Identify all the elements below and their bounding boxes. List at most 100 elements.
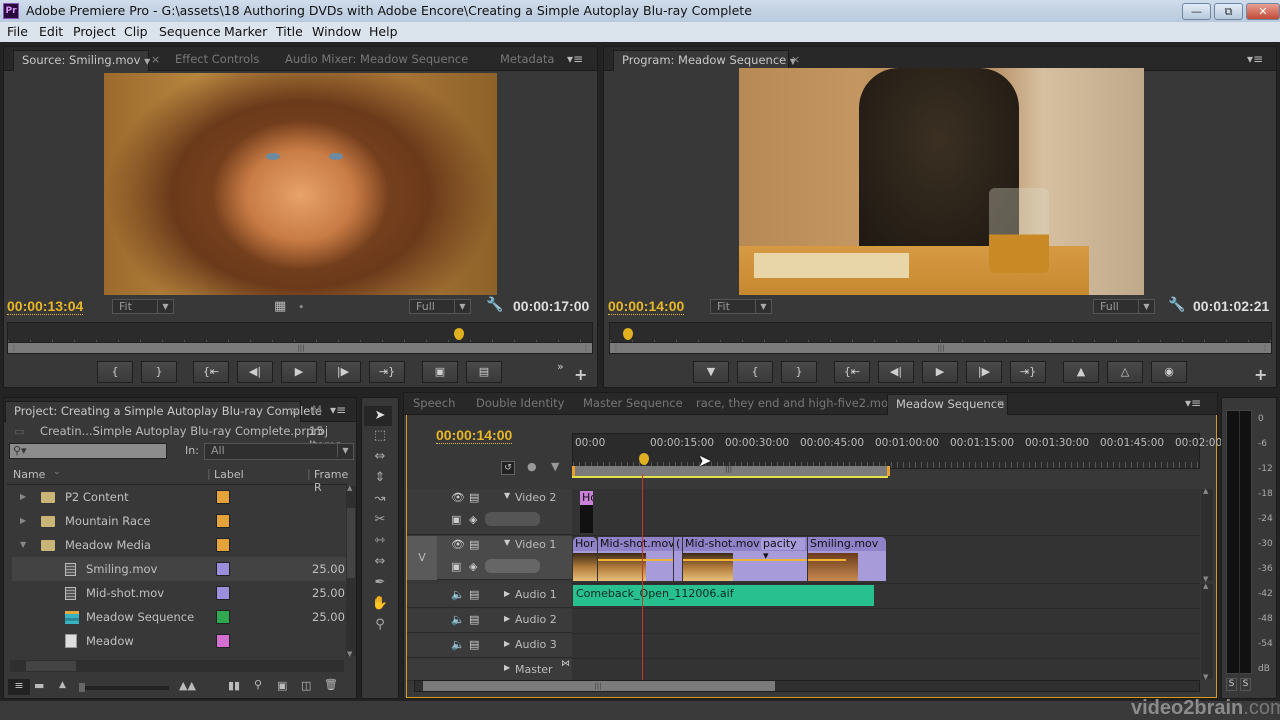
slip-tool-icon[interactable]: ⇿ xyxy=(365,531,395,551)
menu-sequence[interactable]: Sequence xyxy=(159,24,221,39)
mark-in-button[interactable]: { xyxy=(737,361,773,383)
program-zoom-scrollbar[interactable]: ⋮ ||| ⋮ xyxy=(609,342,1272,354)
work-area-bar[interactable]: ||| xyxy=(572,465,890,476)
opacity-rubber-band[interactable] xyxy=(598,559,673,561)
trash-icon[interactable]: 🗑 xyxy=(324,678,338,691)
label-color-swatch[interactable] xyxy=(216,490,230,504)
project-horizontal-scrollbar[interactable] xyxy=(10,660,344,672)
mark-out-button[interactable]: } xyxy=(141,361,177,383)
play-button[interactable]: ▶ xyxy=(922,361,958,383)
timeline-clip[interactable]: Mid-shot.mov xyxy=(598,537,673,581)
toggle-output-eye-icon[interactable]: 👁 xyxy=(451,491,465,504)
scroll-thumb[interactable]: ||| xyxy=(423,681,775,691)
column-name[interactable]: Name xyxy=(13,468,45,481)
audio-tracks-scrollbar[interactable]: ▲ ▼ xyxy=(1201,582,1213,681)
film-strip-icon[interactable]: ▦ xyxy=(274,299,286,314)
timeline-clip[interactable]: Hor xyxy=(580,491,593,533)
project-item[interactable]: Smiling.mov 25.00 xyxy=(12,557,348,581)
timeline-clip[interactable]: ( xyxy=(674,537,682,581)
go-to-in-button[interactable]: {⇤ xyxy=(193,361,229,383)
mark-in-button[interactable]: { xyxy=(97,361,133,383)
add-marker-button[interactable]: ▼ xyxy=(693,361,729,383)
expand-chevron-icon[interactable]: ▶ xyxy=(504,663,510,672)
tab-project[interactable]: Project: Creating a Simple Autoplay Blu-… xyxy=(5,401,322,422)
sync-lock-icon[interactable]: ▤ xyxy=(469,638,479,651)
program-playhead[interactable] xyxy=(623,328,634,340)
display-style-icon[interactable]: ▣ xyxy=(451,560,461,573)
list-view-icon[interactable]: ≡ xyxy=(8,679,30,695)
expand-chevron-icon[interactable]: ▶ xyxy=(504,589,510,598)
icon-view-icon[interactable]: ▬ xyxy=(34,679,44,692)
video-tracks-scrollbar[interactable]: ▲ ▼ xyxy=(1201,487,1213,583)
timeline-horizontal-scrollbar[interactable]: ||| xyxy=(414,680,1200,692)
snap-icon[interactable]: ↺ xyxy=(501,461,515,475)
project-search-input[interactable]: ⚲▾ xyxy=(9,443,167,459)
add-button-icon[interactable]: + xyxy=(1254,365,1267,384)
new-item-icon[interactable]: ◫ xyxy=(301,679,311,692)
restore-button[interactable]: ⧉ xyxy=(1214,3,1243,20)
razor-tool-icon[interactable]: ✂ xyxy=(365,510,395,530)
step-back-button[interactable]: ◀| xyxy=(237,361,273,383)
expand-chevron-icon[interactable]: ▶ xyxy=(504,639,510,648)
close-button[interactable]: ✕ xyxy=(1246,3,1280,20)
sync-lock-icon[interactable]: ▤ xyxy=(469,588,479,601)
panel-menu-icon[interactable]: ▾≡ xyxy=(330,403,346,417)
sync-lock-icon[interactable]: ▤ xyxy=(469,491,479,504)
expand-triangle-icon[interactable]: ▶ xyxy=(20,485,26,509)
rolling-edit-tool-icon[interactable]: ⇕ xyxy=(365,468,395,488)
tab-audio-mixer[interactable]: Audio Mixer: Meadow Sequence xyxy=(277,50,476,71)
keyframe-nav[interactable] xyxy=(485,512,540,526)
scroll-thumb[interactable] xyxy=(26,661,76,671)
slide-tool-icon[interactable]: ⇔ xyxy=(365,552,395,572)
label-color-swatch[interactable] xyxy=(216,586,230,600)
go-to-in-button[interactable]: {⇤ xyxy=(834,361,870,383)
panel-menu-icon[interactable]: ▾≡ xyxy=(1185,396,1201,410)
wrench-icon[interactable]: 🔧 xyxy=(486,297,503,313)
play-button[interactable]: ▶ xyxy=(281,361,317,383)
collapse-chevron-icon[interactable]: ▼ xyxy=(504,538,510,547)
source-resolution-select[interactable]: Full ▼ xyxy=(409,299,471,314)
rate-stretch-tool-icon[interactable]: ↝ xyxy=(365,489,395,509)
panel-menu-icon[interactable]: ▾≡ xyxy=(1247,52,1263,66)
project-vertical-scrollbar[interactable]: ▲ ▼ xyxy=(346,484,356,658)
add-button-icon[interactable]: + xyxy=(574,365,587,384)
mark-out-button[interactable]: } xyxy=(781,361,817,383)
label-color-swatch[interactable] xyxy=(216,514,230,528)
timeline-current-timecode[interactable]: 00:00:14:00 xyxy=(436,427,513,444)
panel-menu-icon[interactable]: ▾≡ xyxy=(567,52,583,66)
zoom-out-icon[interactable]: ▲ xyxy=(59,680,66,690)
selection-tool-icon[interactable]: ➤ xyxy=(365,406,395,426)
ripple-edit-tool-icon[interactable]: ⇔ xyxy=(365,447,395,467)
keyframe-icon[interactable]: ◈ xyxy=(469,560,477,573)
opacity-rubber-band[interactable] xyxy=(808,559,846,561)
source-current-timecode[interactable]: 00:00:13:04 xyxy=(7,298,84,315)
project-item[interactable]: ▶ Mountain Race xyxy=(12,509,348,533)
tab-meadow-sequence[interactable]: Meadow Sequence xyxy=(887,394,1008,415)
scroll-thumb[interactable] xyxy=(347,508,355,578)
pen-tool-icon[interactable]: ✒ xyxy=(365,573,395,593)
thumbnail-size-slider[interactable] xyxy=(79,683,169,692)
automate-to-sequence-icon[interactable]: ▮▮ xyxy=(228,679,240,692)
project-item[interactable]: ▶ P2 Content xyxy=(12,485,348,509)
source-playhead[interactable] xyxy=(454,328,465,340)
expand-triangle-icon[interactable]: ▶ xyxy=(20,509,26,533)
opacity-effect-menu[interactable]: pacity ▾ xyxy=(761,538,805,562)
go-to-out-button[interactable]: ⇥} xyxy=(369,361,405,383)
close-tab-icon[interactable]: × xyxy=(996,397,1005,410)
overwrite-button[interactable]: ▤ xyxy=(466,361,502,383)
source-target-v[interactable]: V xyxy=(407,536,437,580)
program-resolution-select[interactable]: Full ▼ xyxy=(1093,299,1155,314)
tab-master-sequence[interactable]: Master Sequence xyxy=(575,394,691,415)
tab-media-browser[interactable]: M xyxy=(304,401,330,422)
insert-button[interactable]: ▣ xyxy=(422,361,458,383)
timeline-clip[interactable]: Smiling.mov xyxy=(808,537,886,581)
sync-lock-icon[interactable]: ▤ xyxy=(469,538,479,551)
zoom-in-icon[interactable]: ▲▲ xyxy=(179,679,196,692)
project-item[interactable]: ▼ Meadow Media xyxy=(12,533,348,557)
collapse-chevron-icon[interactable]: ▼ xyxy=(504,491,510,500)
source-zoom-select[interactable]: Fit ▼ xyxy=(112,299,174,314)
label-color-swatch[interactable] xyxy=(216,610,230,624)
in-filter-select[interactable]: All ▼ xyxy=(204,443,354,460)
tab-double-identity[interactable]: Double Identity xyxy=(468,394,572,415)
add-marker-icon[interactable]: ▼ xyxy=(551,460,559,473)
